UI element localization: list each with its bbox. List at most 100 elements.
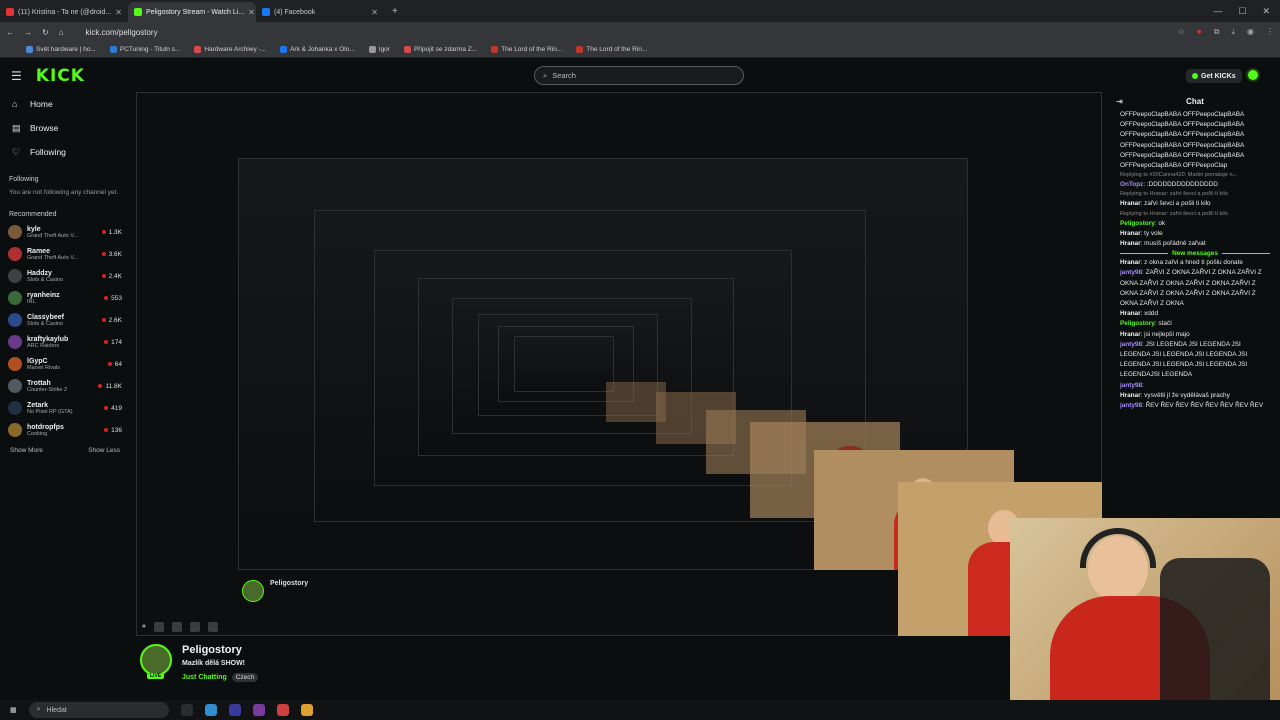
- forward-icon[interactable]: →: [24, 28, 32, 37]
- bookmark-item[interactable]: Ark & Johanka x Olo...: [280, 46, 355, 53]
- stream-category[interactable]: Just Chatting: [182, 674, 227, 681]
- browser-tab-kick[interactable]: Peligostory Stream - Watch Li... ✕: [128, 2, 256, 22]
- viewer-count: 174: [104, 339, 122, 346]
- taskbar-search[interactable]: ⌕ Hledat: [28, 702, 169, 718]
- sidebar-item-home[interactable]: ⌂ Home: [0, 92, 130, 116]
- chat-username[interactable]: Hranar: [1120, 200, 1141, 207]
- viewer-count-value: 1.3K: [108, 228, 122, 236]
- theater-mode-icon[interactable]: [189, 622, 200, 632]
- minimize-icon[interactable]: —: [1213, 6, 1222, 17]
- search-input[interactable]: ⌕ Search: [534, 66, 744, 85]
- chat-username[interactable]: Hranar: [1120, 259, 1141, 266]
- chrome-icon[interactable]: [300, 704, 313, 716]
- new-tab-button[interactable]: +: [384, 6, 406, 17]
- sidebar-item-browse[interactable]: ▤ Browse: [0, 116, 130, 140]
- chat-username[interactable]: Hranar: [1120, 331, 1141, 338]
- channel-name[interactable]: Peligostory: [182, 644, 258, 656]
- reload-icon[interactable]: ↻: [42, 28, 49, 37]
- channel-avatar[interactable]: LIVE: [140, 644, 172, 679]
- chat-username[interactable]: Hranar: [1120, 392, 1141, 399]
- hamburger-menu-icon[interactable]: ☰: [11, 69, 22, 83]
- language-tag[interactable]: Czech: [231, 673, 259, 682]
- bookmark-item[interactable]: Igor: [368, 46, 390, 53]
- recommended-channel[interactable]: kraftykaylub ARC Raiders 174: [0, 331, 130, 353]
- profile-icon[interactable]: ◉: [1247, 27, 1254, 37]
- menu-icon[interactable]: ⋮: [1266, 27, 1274, 37]
- bookmark-item[interactable]: The Lord of the Rin...: [576, 46, 647, 53]
- recommended-channel[interactable]: lGypC Marvel Rivals 64: [0, 353, 130, 375]
- stream-title: Mazlík dělá SHOW!: [182, 660, 246, 667]
- chat-username[interactable]: janty98: [1120, 341, 1142, 348]
- downloads-icon[interactable]: ⤓: [1231, 27, 1235, 37]
- chat-username[interactable]: janty98: [1120, 382, 1142, 389]
- url-field[interactable]: kick.com/peligostory: [86, 28, 158, 37]
- chat-username[interactable]: Hranar: [1120, 230, 1141, 237]
- bookmark-item[interactable]: Hardware Archiwy -...: [194, 46, 266, 53]
- chat-message: Hranar: musíš pořádně zařvat: [1110, 239, 1280, 249]
- close-tab-icon[interactable]: ✕: [248, 8, 255, 17]
- collapse-chat-icon[interactable]: ⇥: [1116, 97, 1123, 106]
- chat-username[interactable]: Hranar: [1120, 310, 1141, 317]
- live-dot-icon: [104, 406, 109, 410]
- show-more-button[interactable]: Show More: [10, 447, 43, 454]
- extension-icon[interactable]: ●: [1197, 27, 1202, 37]
- chat-username[interactable]: Peligostory: [1120, 320, 1155, 327]
- close-tab-icon[interactable]: ✕: [115, 8, 122, 17]
- back-icon[interactable]: ←: [6, 28, 14, 37]
- chat-username[interactable]: Peligostory: [1120, 220, 1155, 227]
- bookmark-star-icon[interactable]: ☆: [1178, 27, 1185, 37]
- recommended-channel[interactable]: Classybeef Slots & Casino 2.6K: [0, 309, 130, 331]
- bookmark-item[interactable]: PCTuning - Tituln s...: [109, 46, 181, 53]
- recommended-channel[interactable]: Trottah Counter-Strike 2 11.8K: [0, 375, 130, 397]
- chat-username[interactable]: janty98: [1120, 269, 1142, 276]
- close-tab-icon[interactable]: ✕: [371, 8, 378, 17]
- settings-icon[interactable]: [171, 622, 182, 632]
- app-icon[interactable]: [228, 704, 241, 716]
- app-icon[interactable]: [276, 704, 289, 716]
- recommended-channel[interactable]: Ramee Grand Theft Auto V... 3.6K: [0, 243, 130, 265]
- channel-category: Counter-Strike 2: [27, 386, 68, 393]
- live-dot-icon: [104, 340, 109, 344]
- extensions-icon[interactable]: ⧉: [1214, 27, 1220, 37]
- bookmark-label: PCTuning - Tituln s...: [119, 46, 181, 53]
- bookmark-item[interactable]: Připojit se zdarma Z...: [403, 46, 477, 53]
- get-kicks-button[interactable]: Get KICKs: [1186, 69, 1242, 83]
- chat-username[interactable]: OnTopz: [1120, 181, 1143, 188]
- following-section-title: Following: [9, 176, 39, 183]
- channel-category: ARC Raiders: [27, 342, 60, 349]
- fullscreen-icon[interactable]: [207, 622, 218, 632]
- channel-avatar: [8, 335, 22, 349]
- video-player[interactable]: Peligostory: [136, 92, 1102, 636]
- edge-icon[interactable]: [204, 704, 217, 716]
- recommended-channel[interactable]: Zetark No Pixel RP (GTA) 419: [0, 397, 130, 419]
- channel-category: Grand Theft Auto V...: [27, 232, 79, 239]
- browser-tab-facebook[interactable]: (4) Facebook ✕: [256, 2, 384, 22]
- show-more-less-row: Show More Show Less: [0, 441, 130, 460]
- recommended-channel[interactable]: Haddzy Slots & Casino 2.4K: [0, 265, 130, 287]
- home-icon[interactable]: ⌂: [59, 28, 64, 37]
- kick-logo[interactable]: KICK: [36, 66, 85, 86]
- app-icon[interactable]: [252, 704, 265, 716]
- file-explorer-icon[interactable]: [180, 704, 193, 716]
- volume-icon[interactable]: [153, 622, 164, 632]
- sidebar-item-following[interactable]: ♡ Following: [0, 140, 130, 164]
- bookmark-item[interactable]: Svět hardware | ho...: [26, 46, 96, 53]
- chat-message: OFFPeepoClapBABA OFFPeepoClapBABA: [1120, 111, 1245, 118]
- close-window-icon[interactable]: ✕: [1262, 6, 1270, 17]
- recommended-channel[interactable]: kyle Grand Theft Auto V... 1.3K: [0, 221, 130, 243]
- maximize-icon[interactable]: ☐: [1238, 6, 1246, 17]
- bookmark-item[interactable]: The Lord of the Rin...: [491, 46, 562, 53]
- chat-message: Hranar: jsi nejlepší majo: [1110, 330, 1280, 340]
- show-less-button[interactable]: Show Less: [88, 447, 120, 454]
- browser-tab-youtube[interactable]: (11) Kristina - Ta ne (@droid... ✕: [0, 2, 128, 22]
- chat-reply-context: Replying to Hranar: zařvi ševci a pošli …: [1120, 191, 1228, 198]
- chat-username[interactable]: janty98: [1120, 402, 1142, 409]
- chat-username[interactable]: Hranar: [1120, 240, 1141, 247]
- youtube-icon: [6, 8, 14, 16]
- recommended-channel[interactable]: ryanheinz IRL 553: [0, 287, 130, 309]
- start-icon[interactable]: ▦: [10, 706, 17, 714]
- chair: [1160, 558, 1270, 720]
- user-avatar[interactable]: [1246, 68, 1260, 82]
- play-icon[interactable]: ■: [142, 624, 146, 630]
- recommended-channel[interactable]: hotdropfps Cooking 136: [0, 419, 130, 441]
